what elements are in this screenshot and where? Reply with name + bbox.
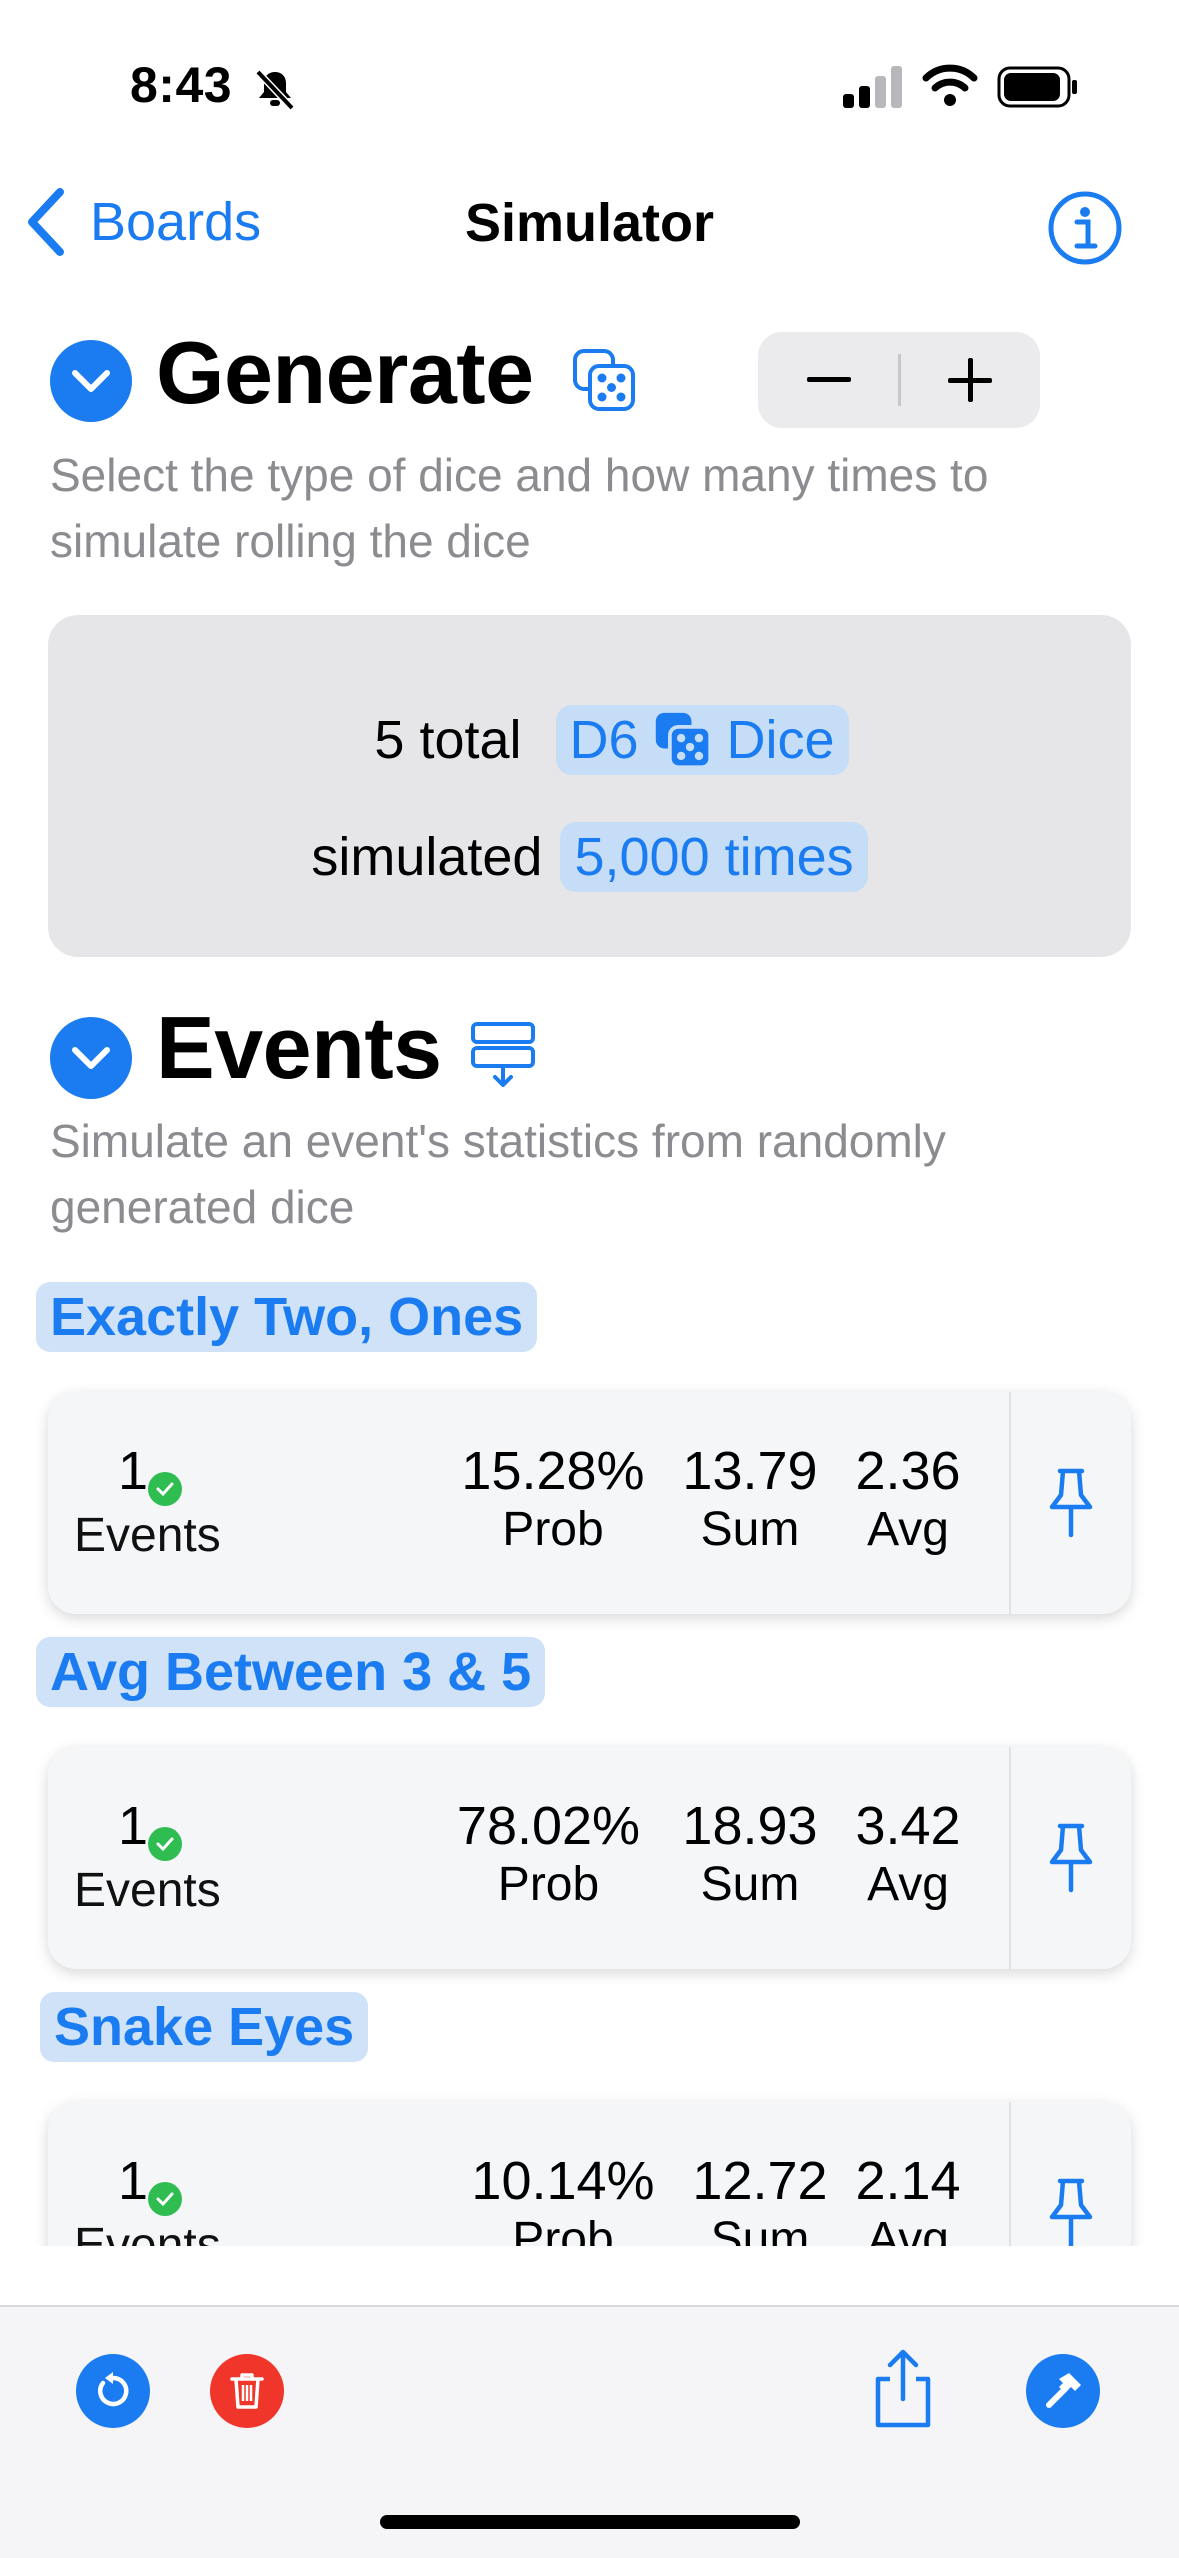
pin-button[interactable] <box>1009 1747 1131 1969</box>
check-icon <box>148 2182 182 2216</box>
check-icon <box>148 1472 182 1506</box>
dice-type-picker[interactable]: D6 Dice <box>555 705 849 775</box>
sum-value: 18.93 <box>682 1796 818 1856</box>
prob-label: Prob <box>497 1858 600 1911</box>
prob-value: 10.14% <box>471 2151 655 2211</box>
sum-value: 13.79 <box>682 1441 818 1501</box>
pin-icon <box>1049 2178 1093 2246</box>
prob-value: 15.28% <box>461 1441 645 1501</box>
sum-label: Sum <box>710 2213 810 2246</box>
avg-label: Avg <box>867 1503 949 1556</box>
event-card[interactable]: 1 Events 10.14% Prob 12.72 Sum 2.14 Avg <box>48 2102 1131 2246</box>
share-button[interactable] <box>868 2349 938 2429</box>
dice-count-stepper[interactable] <box>758 332 1040 428</box>
wifi-icon <box>922 64 978 106</box>
generate-title: Generate <box>156 323 534 422</box>
build-button[interactable] <box>1026 2354 1100 2428</box>
status-time: 8:43 <box>130 57 233 113</box>
event-count-label: Events <box>74 1509 221 1562</box>
event-card[interactable]: 1 Events 78.02% Prob 18.93 Sum 3.42 Avg <box>48 1747 1131 1969</box>
plus-icon <box>947 358 992 402</box>
event-name-chip[interactable]: Exactly Two, Ones <box>36 1282 538 1352</box>
hammer-icon <box>1046 2373 1081 2408</box>
event-count: 1 <box>118 1441 149 1501</box>
minus-icon <box>806 377 851 382</box>
prob-label: Prob <box>512 2213 614 2246</box>
increment-button[interactable] <box>899 332 1040 428</box>
delete-button[interactable] <box>210 2354 284 2428</box>
dice-icon <box>655 712 712 770</box>
sum-stat: 13.79 Sum <box>670 1440 830 1557</box>
list-filter-icon <box>471 1022 535 1087</box>
event-count-label: Events <box>74 2219 221 2246</box>
share-icon <box>875 2349 931 2428</box>
dice-label: Dice <box>726 710 835 770</box>
sum-stat: 18.93 Sum <box>670 1795 830 1912</box>
check-icon <box>148 1827 182 1861</box>
pin-button[interactable] <box>1009 1392 1131 1614</box>
event-card-clip: 1 Events 10.14% Prob 12.72 Sum 2.14 Avg <box>0 2060 1179 2246</box>
sum-stat: 12.72 Sum <box>680 2150 840 2246</box>
battery-icon <box>997 66 1077 108</box>
prob-stat: 10.14% Prob <box>453 2150 673 2246</box>
chevron-down-icon <box>72 1047 110 1069</box>
simulated-text: simulated <box>311 827 543 887</box>
dice-icon <box>573 349 635 411</box>
events-collapse-button[interactable] <box>50 1017 132 1099</box>
avg-value: 2.14 <box>855 2151 961 2211</box>
dice-config-row: 5 total D6 Dice <box>48 705 1131 775</box>
avg-label: Avg <box>867 1858 949 1911</box>
avg-value: 3.42 <box>855 1796 961 1856</box>
generate-collapse-button[interactable] <box>50 340 132 422</box>
simulation-count-row: simulated 5,000 times <box>48 822 1131 892</box>
prob-label: Prob <box>502 1503 604 1556</box>
event-card[interactable]: 1 Events 15.28% Prob 13.79 Sum 2.36 Avg <box>48 1392 1131 1614</box>
info-icon[interactable] <box>1047 190 1123 266</box>
generate-config-card <box>48 615 1131 957</box>
event-count: 1 <box>118 1796 149 1856</box>
bell-slash-icon <box>255 69 295 111</box>
pin-icon <box>1049 1468 1093 1538</box>
event-count-label: Events <box>74 1864 221 1917</box>
simulation-times-picker[interactable]: 5,000 times <box>560 822 868 892</box>
prob-value: 78.02% <box>456 1796 641 1856</box>
event-name-chip[interactable]: Avg Between 3 & 5 <box>36 1637 546 1707</box>
dice-type-label: D6 <box>569 710 639 770</box>
reset-button[interactable] <box>76 2354 150 2428</box>
event-name-chip[interactable]: Snake Eyes <box>40 1992 369 2062</box>
arrow-counterclockwise-icon <box>98 2372 129 2407</box>
cellular-signal-icon <box>843 66 902 108</box>
prob-stat: 78.02% Prob <box>436 1795 661 1912</box>
sum-label: Sum <box>700 1858 800 1911</box>
avg-stat: 3.42 Avg <box>843 1795 973 1912</box>
sum-value: 12.72 <box>692 2151 828 2211</box>
trash-icon <box>230 2373 264 2409</box>
decrement-button[interactable] <box>758 332 899 428</box>
page-title: Simulator <box>464 193 715 253</box>
avg-label: Avg <box>867 2213 949 2246</box>
events-title: Events <box>156 998 442 1097</box>
event-count: 1 <box>118 2151 149 2211</box>
dice-count-text: 5 total <box>374 710 522 770</box>
chevron-down-icon <box>72 370 110 392</box>
pin-button[interactable] <box>1009 2102 1131 2246</box>
avg-stat: 2.36 Avg <box>843 1440 973 1557</box>
avg-stat: 2.14 Avg <box>843 2150 973 2246</box>
events-description: Simulate an event's statistics from rand… <box>50 1115 946 1233</box>
avg-value: 2.36 <box>855 1441 961 1501</box>
sum-label: Sum <box>700 1503 800 1556</box>
home-indicator <box>380 2515 800 2529</box>
pin-icon <box>1049 1823 1093 1893</box>
generate-description: Select the type of dice and how many tim… <box>50 449 989 567</box>
prob-stat: 15.28% Prob <box>443 1440 663 1557</box>
